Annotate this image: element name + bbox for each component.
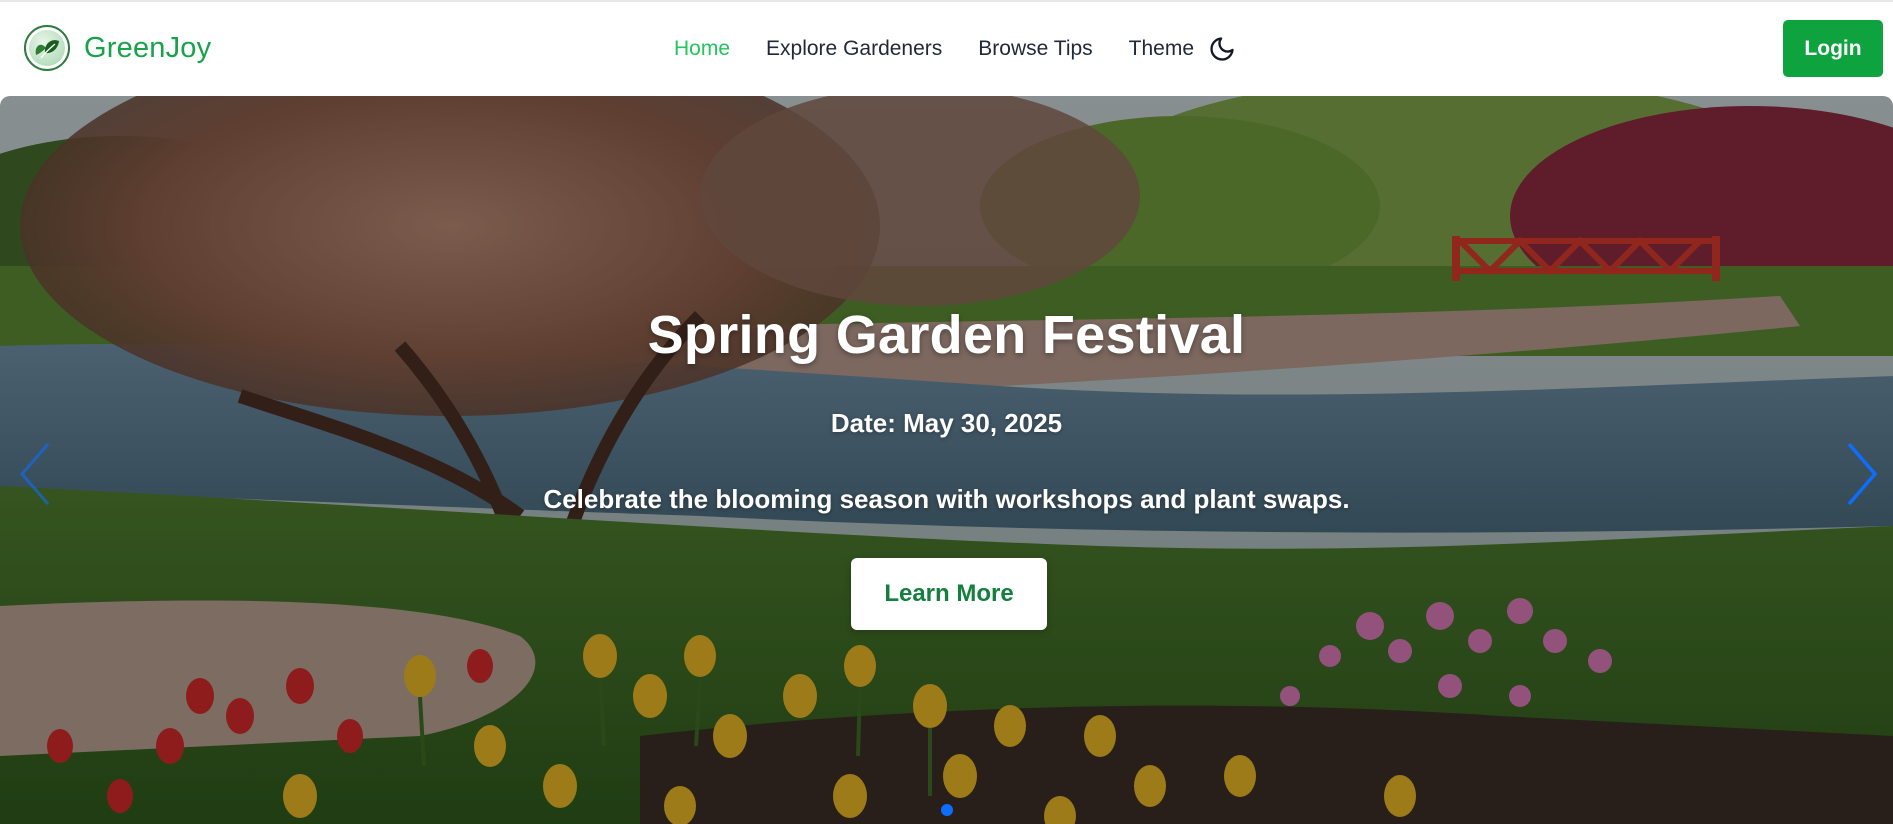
nav-link-home[interactable]: Home <box>674 37 730 61</box>
carousel-next-button[interactable] <box>1839 436 1883 512</box>
main-nav: Home Explore Gardeners Browse Tips Theme <box>674 32 1238 66</box>
hero-description: Celebrate the blooming season with works… <box>543 484 1350 514</box>
moon-icon[interactable] <box>1208 34 1238 64</box>
leaf-logo-icon <box>24 25 70 71</box>
nav-link-browse-tips[interactable]: Browse Tips <box>978 37 1092 61</box>
navbar: GreenJoy Home Explore Gardeners Browse T… <box>0 0 1893 96</box>
carousel-dot-1[interactable] <box>940 804 953 816</box>
hero-carousel: Spring Garden Festival Date: May 30, 202… <box>0 96 1893 824</box>
hero-date: Date: May 30, 2025 <box>830 408 1063 438</box>
hero-title: Spring Garden Festival <box>647 305 1246 365</box>
carousel-prev-button[interactable] <box>14 436 58 512</box>
hero-caption: Spring Garden Festival Date: May 30, 202… <box>0 96 1893 824</box>
brand[interactable]: GreenJoy <box>24 24 211 72</box>
theme-label: Theme <box>1128 37 1195 60</box>
learn-more-button[interactable]: Learn More <box>851 558 1047 630</box>
theme-toggle[interactable]: Theme <box>1129 34 1238 64</box>
chevron-right-icon <box>1847 442 1878 506</box>
brand-name: GreenJoy <box>84 31 212 64</box>
nav-link-explore-gardeners[interactable]: Explore Gardeners <box>766 37 942 61</box>
chevron-left-icon <box>20 443 50 505</box>
login-button[interactable]: Login <box>1783 20 1883 77</box>
carousel-indicators <box>0 804 1893 816</box>
